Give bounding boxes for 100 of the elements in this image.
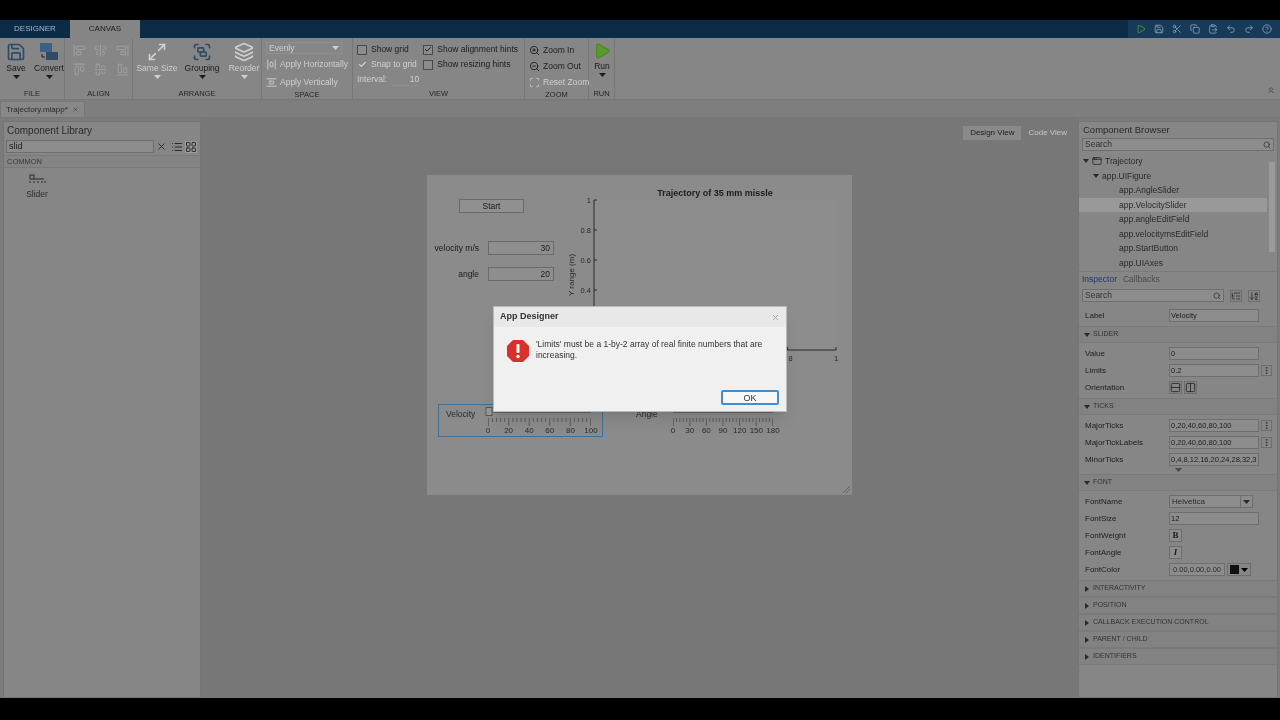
collapsed-icon[interactable] <box>1084 602 1090 609</box>
expanded-icon[interactable] <box>1084 331 1090 338</box>
document-tab[interactable]: Trajectory.mlapp* <box>0 101 85 117</box>
search-field[interactable]: Search <box>1082 138 1274 151</box>
property-name: Value <box>1085 347 1106 360</box>
horizontal-orientation-icon[interactable] <box>1169 381 1182 394</box>
resize-grip-icon[interactable] <box>843 486 850 493</box>
ribbon-tab[interactable]: DESIGNER <box>0 20 70 38</box>
search-field[interactable]: Search <box>1082 289 1224 302</box>
tick-label: 60 <box>545 426 555 436</box>
grid-view-icon[interactable] <box>185 140 197 153</box>
cut-icon[interactable] <box>1172 24 1182 34</box>
run-icon[interactable] <box>1136 24 1146 34</box>
collapsed-icon[interactable] <box>1084 653 1090 660</box>
numeric-field[interactable]: 30 <box>488 241 554 255</box>
toolbar-button[interactable]: Zoom In <box>529 42 590 58</box>
tick-label: 0 <box>670 426 676 436</box>
tree-item[interactable]: app.AngleSlider <box>1079 183 1267 198</box>
more-icon[interactable] <box>1261 365 1272 376</box>
property-name: MajorTicks <box>1085 419 1125 432</box>
numeric-field[interactable]: 20 <box>488 267 554 281</box>
convert-icon <box>38 42 60 62</box>
checkbox[interactable] <box>423 59 434 70</box>
undo-icon[interactable] <box>1226 24 1236 34</box>
expanded-icon[interactable] <box>1084 479 1090 486</box>
italic-toggle[interactable]: I <box>1169 546 1182 559</box>
tree-item[interactable]: Trajectory <box>1079 154 1267 169</box>
property-name: FontAngle <box>1085 546 1123 559</box>
collapsed-icon[interactable] <box>1084 636 1090 643</box>
caret-icon <box>1174 468 1182 472</box>
tree-item[interactable]: app.StartButton <box>1079 241 1267 257</box>
property-name: MinorTicks <box>1085 453 1125 466</box>
ok-button[interactable]: OK <box>721 390 779 405</box>
paste-icon[interactable] <box>1208 24 1218 34</box>
panel-title: Component Browser <box>1082 122 1171 137</box>
slider-thumb[interactable] <box>485 407 493 416</box>
property-name: FontWeight <box>1085 529 1127 542</box>
checkbox[interactable] <box>423 44 434 55</box>
inspector-tab[interactable]: Inspector <box>1082 272 1117 286</box>
toolbar-button[interactable]: Save <box>4 42 28 79</box>
toolbar-button[interactable]: Zoom Out <box>529 58 590 74</box>
tick-label: 30 <box>685 426 695 436</box>
expanded-icon[interactable] <box>1084 403 1090 410</box>
checkbox-label: Snap to grid <box>371 58 417 71</box>
list-view-icon[interactable] <box>171 140 183 153</box>
color-picker[interactable] <box>1227 563 1251 576</box>
help-icon[interactable] <box>1262 24 1272 34</box>
more-icon[interactable] <box>1261 437 1272 448</box>
tree-item[interactable]: app.UIFigure <box>1079 168 1267 184</box>
more-icon[interactable] <box>1261 420 1272 431</box>
tree-item[interactable]: app.VelocitySlider <box>1079 197 1267 213</box>
group-icon <box>192 42 212 62</box>
group-view-icon[interactable] <box>1230 289 1242 302</box>
caret-icon <box>12 75 20 79</box>
property-name: Orientation <box>1085 381 1126 394</box>
caret-icon <box>1241 567 1248 572</box>
tick-label: 100 <box>584 426 598 436</box>
reset-zoom-icon <box>529 76 540 88</box>
redo-icon[interactable] <box>1244 24 1254 34</box>
chart-title: Trajectory of 35 mm missle <box>657 188 773 198</box>
tick-label: 180 <box>766 426 780 436</box>
start-button[interactable]: Start <box>459 199 524 213</box>
close-icon <box>71 106 79 113</box>
expanded-icon[interactable] <box>1093 172 1099 179</box>
close-icon[interactable] <box>771 312 780 322</box>
panel-title: Component Library <box>6 123 94 138</box>
save-icon[interactable] <box>1154 24 1164 34</box>
expanded-icon[interactable] <box>1083 158 1089 165</box>
toolbar-button[interactable]: Run <box>593 42 611 77</box>
toolbar-button[interactable]: Convert <box>32 42 66 79</box>
copy-icon[interactable] <box>1190 24 1200 34</box>
collapsed-icon[interactable] <box>1084 619 1090 626</box>
property-name: Label <box>1085 309 1106 322</box>
tree-item[interactable]: app.velocitymsEditField <box>1079 226 1267 242</box>
search-field[interactable]: slid <box>6 140 154 153</box>
caret-icon <box>153 75 161 79</box>
toolbar-button[interactable]: Grouping <box>183 42 221 79</box>
error-message: 'Limits' must be a 1-by-2 array of real finite numbers that are increasing. <box>536 339 764 362</box>
error-icon <box>506 339 530 363</box>
search-icon <box>1213 291 1221 300</box>
checkbox[interactable] <box>357 44 367 55</box>
bold-toggle[interactable]: B <box>1169 529 1182 542</box>
property-dropdown[interactable]: Helvetica <box>1169 495 1253 508</box>
vertical-orientation-icon[interactable] <box>1184 381 1197 394</box>
clear-icon[interactable] <box>156 141 167 152</box>
view-tab[interactable]: Design View <box>963 126 1022 140</box>
ribbon-tab[interactable]: CANVAS <box>70 20 140 38</box>
sort-icon[interactable] <box>1248 289 1260 302</box>
caret-icon <box>240 75 248 79</box>
tick-label: 120 <box>733 426 747 436</box>
save-icon <box>6 42 26 62</box>
zoom-out-icon <box>529 60 540 72</box>
tick-label: 60 <box>701 426 711 436</box>
view-tab[interactable]: Code View <box>1021 126 1074 140</box>
tree-item[interactable]: app.angleEditField <box>1079 212 1267 227</box>
slider-label: Velocity <box>446 408 476 421</box>
tree-item[interactable]: app.UIAxes <box>1079 256 1267 271</box>
collapsed-icon[interactable] <box>1084 585 1090 592</box>
collapse-icon[interactable] <box>1266 85 1276 95</box>
library-item[interactable]: Slider <box>22 174 52 201</box>
